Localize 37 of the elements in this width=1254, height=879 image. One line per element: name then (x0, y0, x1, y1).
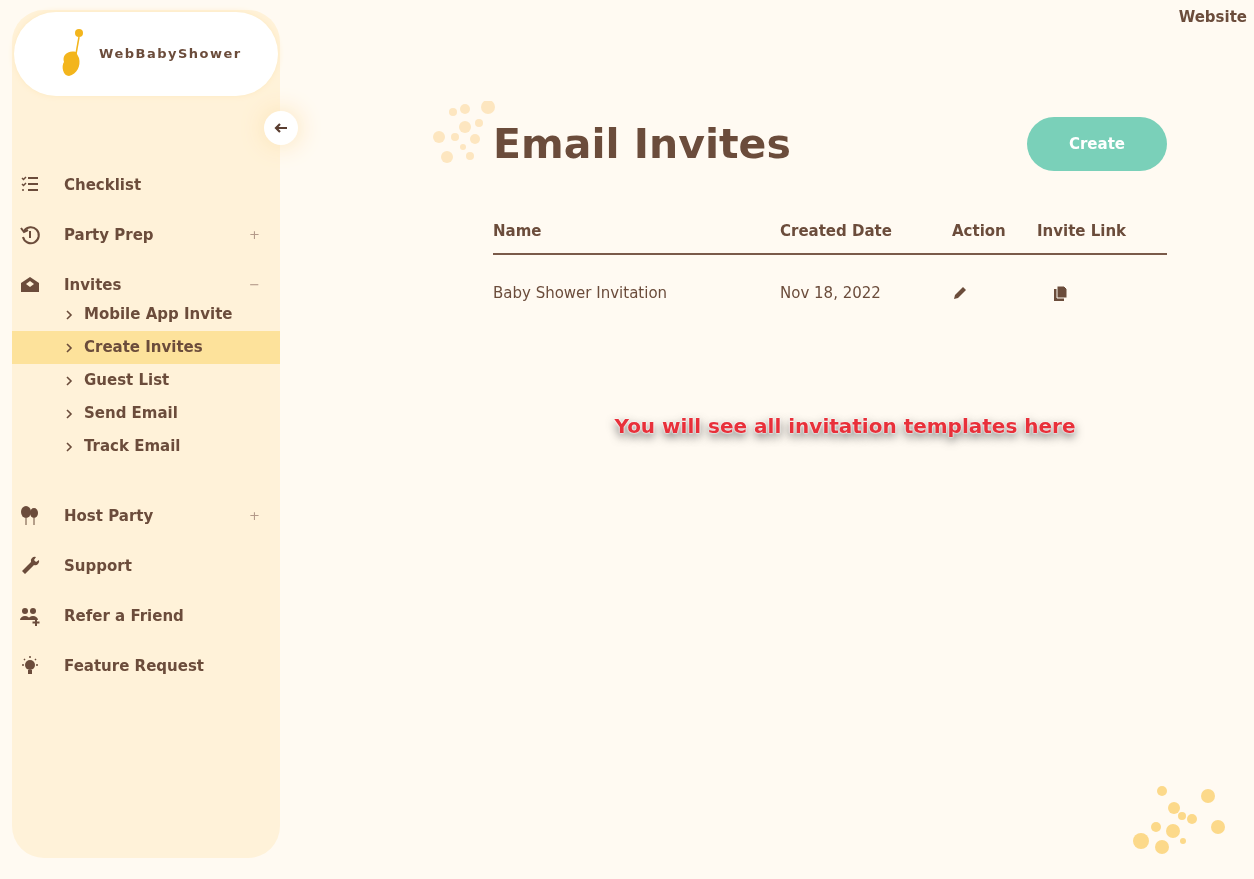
chevron-right-icon (66, 342, 73, 353)
nav-item-label[interactable]: Feature Request (64, 654, 260, 678)
subnav-item[interactable]: Track Email (12, 430, 280, 463)
column-header: Name (493, 220, 543, 242)
nav-item-label[interactable]: Refer a Friend (64, 604, 260, 628)
chevron-right-icon (66, 375, 73, 386)
copy-icon (1053, 284, 1069, 302)
nav-item-label[interactable]: Party Prep (64, 223, 250, 247)
annotation-text: You will see all invitation templates here (614, 413, 1076, 440)
balloons-icon (19, 505, 41, 527)
edit-button[interactable] (952, 285, 968, 301)
chevron-right-icon (66, 309, 73, 320)
logo-text: WebBabyShower (99, 45, 242, 64)
nav-item-label[interactable]: Host Party (64, 504, 250, 528)
nav-item-label[interactable]: Checklist (64, 173, 260, 197)
pencil-icon (952, 285, 968, 301)
column-header: Invite Link (1037, 220, 1128, 242)
chevron-right-icon (66, 441, 73, 452)
subnav-item[interactable]: Create Invites (12, 331, 280, 364)
nav-item-label[interactable]: Invites (64, 273, 250, 297)
column-header: Created Date (780, 220, 893, 242)
table-cell-text: Baby Shower Invitation (493, 282, 669, 304)
chevron-right-icon (66, 408, 73, 419)
subnav-item[interactable]: Mobile App Invite (12, 298, 280, 331)
subnav-item[interactable]: Guest List (12, 364, 280, 397)
copy-button[interactable] (1053, 284, 1069, 302)
column-header: Action (952, 220, 1007, 242)
subnav-item[interactable]: Send Email (12, 397, 280, 430)
people-add-icon (19, 605, 41, 627)
history-icon (19, 224, 41, 246)
website-link[interactable]: Website (1178, 6, 1247, 29)
nav-item-label[interactable]: Support (64, 554, 260, 578)
table-cell-text: Nov 18, 2022 (780, 282, 882, 304)
arrow-left-icon (274, 123, 288, 133)
collapse-button[interactable] (264, 111, 298, 145)
lightbulb-icon (19, 655, 41, 677)
page-title: Email Invites (493, 123, 791, 165)
